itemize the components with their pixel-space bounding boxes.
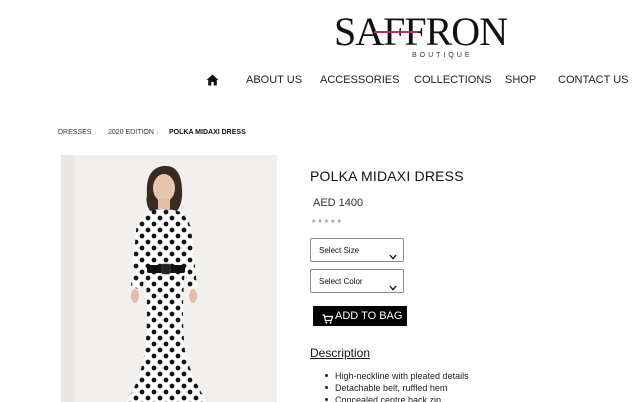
main-nav: ABOUT US ACCESSORIES COLLECTIONS SHOP CO… [0,72,640,90]
brand-name: SAFFRON [334,9,508,54]
size-select-value: Select Size [319,246,360,255]
list-item: Concealed centre back zip [325,394,469,402]
color-select[interactable]: Select Color [310,269,404,293]
logo-accent-stroke [374,31,418,33]
nav-item-collections[interactable]: COLLECTIONS [414,74,492,86]
color-select-value: Select Color [319,277,363,286]
product-title: POLKA MIDAXI DRESS [310,168,464,184]
breadcrumb-separator-icon: › [94,128,97,137]
chevron-down-icon [389,247,397,260]
breadcrumb-item-2020-edition[interactable]: 2020 EDITION [108,129,154,136]
description-list: High-neckline with pleated details Detac… [325,370,469,402]
add-to-bag-button[interactable]: ADD TO BAG [313,306,407,326]
list-item: Detachable belt, ruffled hem [325,382,469,394]
product-price: AED 1400 [313,197,364,209]
nav-item-shop[interactable]: SHOP [505,74,536,86]
nav-item-accessories[interactable]: ACCESSORIES [320,74,399,86]
home-icon[interactable] [206,73,219,86]
brand-logo[interactable]: SAFFRON BOUTIQUE [334,12,508,60]
chevron-down-icon [389,278,397,291]
product-image[interactable] [61,155,277,402]
rating-stars: ★★★★★ [311,219,343,225]
list-item: High-neckline with pleated details [325,370,469,382]
breadcrumb-current: POLKA MIDAXI DRESS [169,129,246,136]
brand-tagline: BOUTIQUE [412,52,473,59]
breadcrumb-item-dresses[interactable]: DRESSES [58,129,91,136]
nav-item-about-us[interactable]: ABOUT US [246,74,302,86]
size-select[interactable]: Select Size [310,238,404,262]
cart-icon [322,311,334,324]
nav-item-contact-us[interactable]: CONTACT US [558,74,629,86]
breadcrumb-separator-icon: › [156,128,159,137]
description-heading[interactable]: Description [310,346,370,360]
add-to-bag-label: ADD TO BAG [335,310,403,322]
